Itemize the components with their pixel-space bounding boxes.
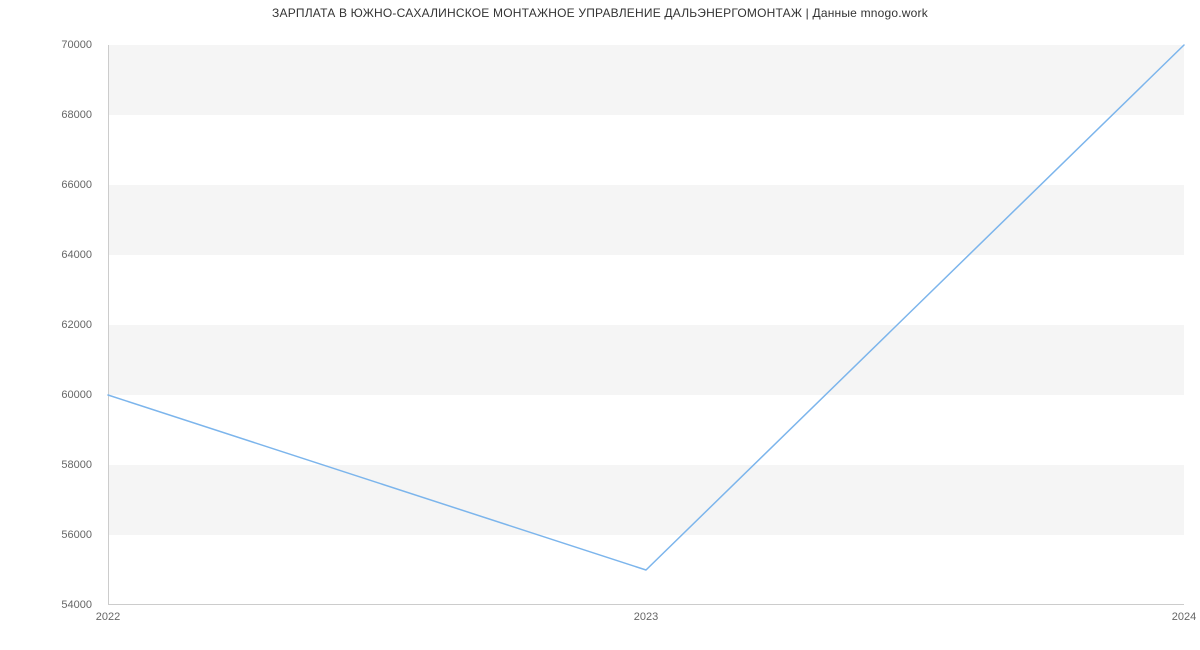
- y-tick-label: 66000: [61, 179, 92, 191]
- x-tick-label: 2024: [1172, 611, 1196, 623]
- data-series-line: [108, 45, 1184, 570]
- x-tick-label: 2023: [634, 611, 658, 623]
- y-tick-label: 54000: [61, 599, 92, 611]
- y-tick-label: 68000: [61, 109, 92, 121]
- chart-container: ЗАРПЛАТА В ЮЖНО-САХАЛИНСКОЕ МОНТАЖНОЕ УП…: [0, 0, 1200, 650]
- y-tick-label: 58000: [61, 459, 92, 471]
- y-axis-tick-labels: 5400056000580006000062000640006600068000…: [0, 45, 100, 605]
- y-tick-label: 60000: [61, 389, 92, 401]
- x-tick-label: 2022: [96, 611, 120, 623]
- x-axis-tick-labels: 202220232024: [108, 605, 1184, 629]
- plot-area: [108, 45, 1184, 605]
- chart-title: ЗАРПЛАТА В ЮЖНО-САХАЛИНСКОЕ МОНТАЖНОЕ УП…: [0, 6, 1200, 20]
- y-tick-label: 70000: [61, 39, 92, 51]
- chart-svg: [108, 45, 1184, 605]
- y-tick-label: 62000: [61, 319, 92, 331]
- y-tick-label: 64000: [61, 249, 92, 261]
- y-tick-label: 56000: [61, 529, 92, 541]
